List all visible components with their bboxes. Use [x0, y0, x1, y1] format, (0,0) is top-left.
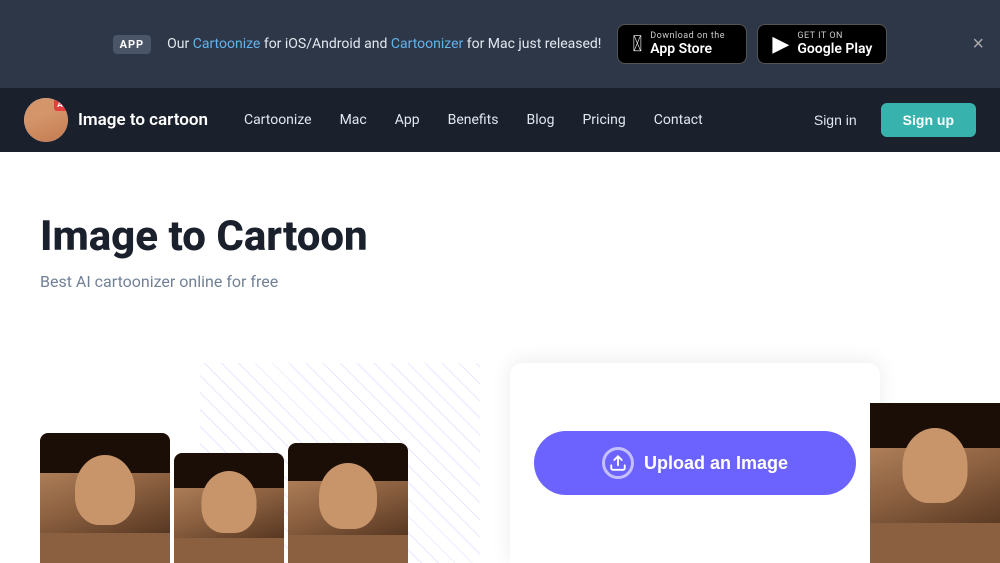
banner-text-mid: for iOS/Android and	[260, 36, 391, 52]
nav-benefits[interactable]: Benefits	[436, 104, 511, 136]
logo-link[interactable]: AI Image to cartoon	[24, 98, 208, 142]
nav-pricing[interactable]: Pricing	[570, 104, 637, 136]
nav-links: Cartoonize Mac App Benefits Blog Pricing…	[232, 104, 802, 136]
right-person-photo	[870, 403, 1000, 563]
bottom-photos	[40, 433, 408, 563]
logo-text: Image to cartoon	[78, 110, 208, 130]
banner-text: Our Cartoonize for iOS/Android and Carto…	[167, 36, 601, 52]
banner-text-before: Our	[167, 36, 193, 52]
store-buttons:  Download on the App Store ▶ GET IT ON …	[617, 24, 887, 64]
body-1	[40, 533, 170, 563]
right-face	[903, 428, 968, 503]
close-banner-button[interactable]: ×	[972, 34, 984, 54]
appstore-main-label: App Store	[650, 41, 725, 57]
hero-subtitle: Best AI cartoonizer online for free	[40, 272, 520, 291]
google-play-button[interactable]: ▶ GET IT ON Google Play	[757, 24, 887, 64]
nav-mac[interactable]: Mac	[328, 104, 379, 136]
announcement-banner: APP Our Cartoonize for iOS/Android and C…	[0, 0, 1000, 88]
app-store-button[interactable]:  Download on the App Store	[617, 24, 747, 64]
cartoonizer-link[interactable]: Cartoonizer	[391, 36, 463, 52]
face-3	[319, 463, 377, 529]
face-2	[202, 471, 257, 533]
main-content: Image to Cartoon Best AI cartoonizer onl…	[0, 152, 1000, 563]
appstore-text: Download on the App Store	[650, 31, 725, 57]
person-photo-1	[40, 433, 170, 563]
upload-card: Upload an Image	[510, 363, 880, 563]
signup-button[interactable]: Sign up	[881, 103, 976, 137]
navbar: AI Image to cartoon Cartoonize Mac App B…	[0, 88, 1000, 152]
upload-label: Upload an Image	[644, 453, 788, 474]
play-icon: ▶	[772, 32, 789, 57]
app-badge: APP	[113, 35, 152, 54]
upload-icon	[602, 447, 634, 479]
signin-button[interactable]: Sign in	[802, 104, 869, 136]
hero-left: Image to Cartoon Best AI cartoonizer onl…	[40, 212, 520, 321]
playstore-main-label: Google Play	[797, 41, 872, 57]
logo-avatar: AI	[24, 98, 68, 142]
apple-icon: 	[632, 32, 642, 57]
ai-badge: AI	[54, 98, 68, 111]
person-photo-3	[288, 443, 408, 563]
appstore-sub-label: Download on the	[650, 31, 725, 41]
body-2	[174, 538, 284, 563]
banner-text-after: for Mac just released!	[463, 36, 601, 52]
playstore-text: GET IT ON Google Play	[797, 31, 872, 57]
hero-section: Image to Cartoon Best AI cartoonizer onl…	[0, 152, 1000, 321]
right-body	[870, 523, 1000, 563]
person-photo-2	[174, 453, 284, 563]
nav-actions: Sign in Sign up	[802, 103, 976, 137]
body-3	[288, 535, 408, 563]
nav-contact[interactable]: Contact	[642, 104, 715, 136]
hero-title: Image to Cartoon	[40, 212, 520, 262]
playstore-sub-label: GET IT ON	[797, 31, 872, 41]
nav-blog[interactable]: Blog	[514, 104, 566, 136]
upload-image-button[interactable]: Upload an Image	[534, 431, 856, 495]
nav-cartoonize[interactable]: Cartoonize	[232, 104, 324, 136]
banner-content: APP Our Cartoonize for iOS/Android and C…	[113, 24, 888, 64]
nav-app[interactable]: App	[383, 104, 432, 136]
face-1	[75, 455, 135, 525]
cartoonize-link[interactable]: Cartoonize	[193, 36, 261, 52]
